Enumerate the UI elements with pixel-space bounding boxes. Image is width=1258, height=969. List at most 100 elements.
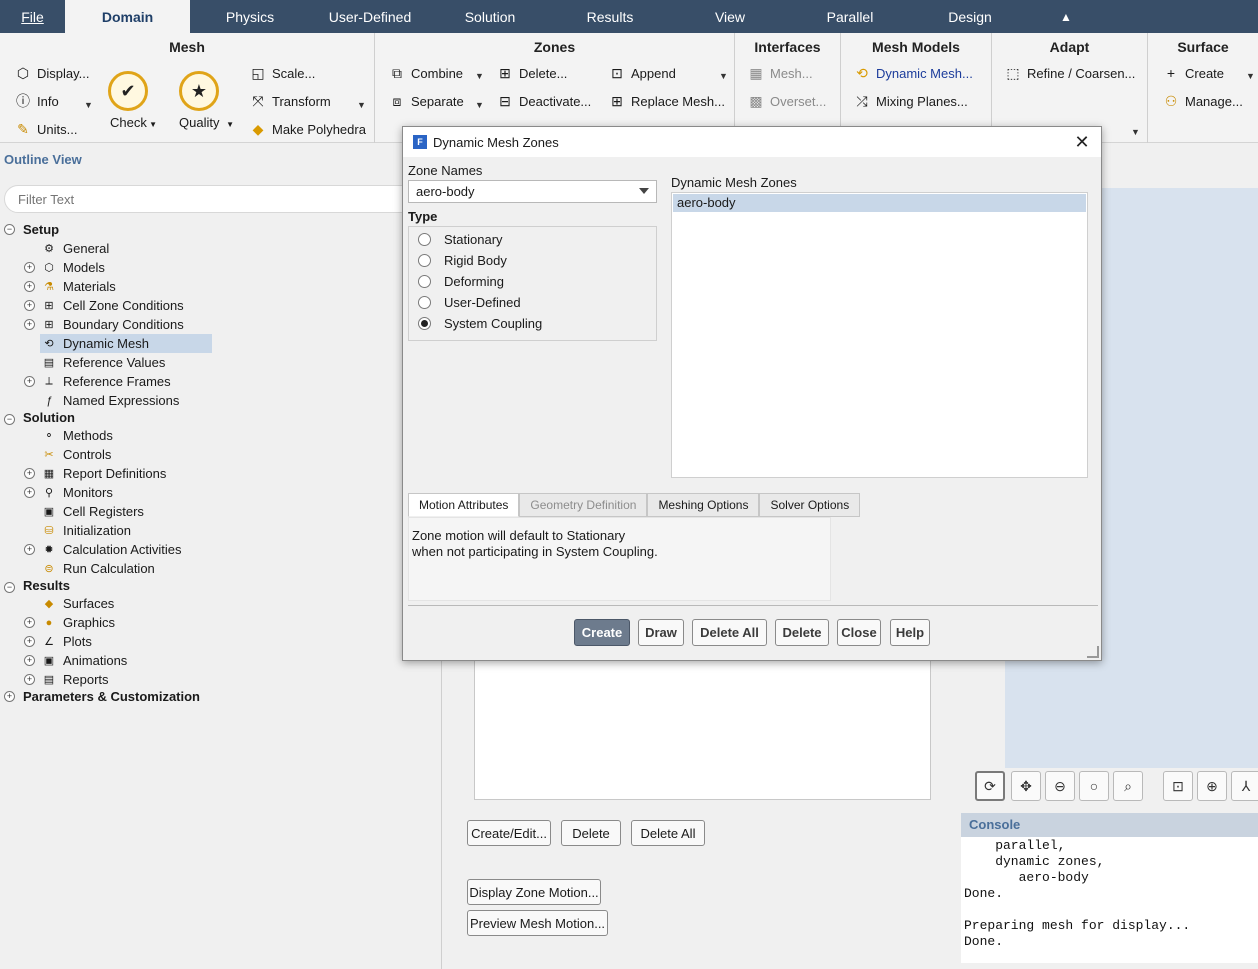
zoom-to-area-icon[interactable]: ⊕ (1197, 771, 1227, 801)
expand-icon[interactable]: + (24, 674, 35, 685)
radio-deforming[interactable]: Deforming (418, 274, 504, 289)
combine-button[interactable]: ⧉ Combine (388, 64, 463, 82)
collapse-ribbon-icon[interactable]: ▲ (1060, 10, 1072, 24)
separate-button[interactable]: ⧈ Separate (388, 92, 464, 110)
dynamic-mesh-button[interactable]: ⟲ Dynamic Mesh... (853, 64, 973, 82)
radio-rigid-body[interactable]: Rigid Body (418, 253, 507, 268)
tree-item-surfaces[interactable]: ◆ Surfaces (42, 594, 115, 613)
expand-icon[interactable]: + (4, 691, 15, 702)
expand-icon[interactable]: + (24, 319, 35, 330)
expand-icon[interactable]: + (24, 487, 35, 498)
create-button[interactable]: Create (574, 619, 630, 646)
expand-icon[interactable]: + (24, 544, 35, 555)
collapse-icon[interactable]: − (4, 414, 15, 425)
collapse-icon[interactable]: − (4, 582, 15, 593)
tree-item-dynamic-mesh[interactable]: ⟲ Dynamic Mesh (40, 334, 212, 353)
tab-meshing-options[interactable]: Meshing Options (647, 493, 760, 517)
create-edit-button[interactable]: Create/Edit... (467, 820, 551, 846)
probe-icon[interactable]: ⌕ (1113, 771, 1143, 801)
menu-tab-domain[interactable]: Domain (65, 0, 190, 33)
dialog-titlebar[interactable]: F Dynamic Mesh Zones (403, 127, 1101, 157)
zoom-in-out-icon[interactable]: ⊖ (1045, 771, 1075, 801)
zone-names-dropdown[interactable]: aero-body (408, 180, 657, 203)
radio-button[interactable] (418, 233, 431, 246)
tab-geometry-definition[interactable]: Geometry Definition (519, 493, 648, 517)
task-delete-button[interactable]: Delete (561, 820, 621, 846)
tree-item-plots[interactable]: ∠ Plots (42, 632, 92, 651)
expand-icon[interactable]: + (24, 636, 35, 647)
menu-tab-results[interactable]: Results (550, 0, 670, 33)
tree-item-cell-registers[interactable]: ▣ Cell Registers (42, 502, 144, 521)
expand-icon[interactable]: + (24, 300, 35, 311)
radio-button[interactable] (418, 275, 431, 288)
tree-item-calculation-activities[interactable]: ✹ Calculation Activities (42, 540, 181, 559)
chevron-down-icon[interactable]: ▼ (719, 71, 728, 81)
pan-icon[interactable]: ✥ (1011, 771, 1041, 801)
display-button[interactable]: ⬡ Display... (14, 64, 90, 82)
help-button[interactable]: Help (890, 619, 930, 646)
check-button[interactable]: Check ▼ (110, 115, 157, 130)
expand-icon[interactable]: + (24, 281, 35, 292)
tree-item-methods[interactable]: ⚬ Methods (42, 426, 112, 445)
menu-tab-view[interactable]: View (670, 0, 790, 33)
tree-section-results[interactable]: Results (23, 576, 70, 595)
fit-to-window-icon[interactable]: ⊡ (1163, 771, 1193, 801)
tree-item-reference-frames[interactable]: ⟂ Reference Frames (42, 372, 170, 391)
info-button[interactable]: ⓘ Info (14, 92, 59, 110)
tab-solver-options[interactable]: Solver Options (759, 493, 861, 517)
units-button[interactable]: ✎ Units... (14, 120, 77, 138)
tree-item-models[interactable]: ⬡ Models (42, 258, 105, 277)
delete-all-button[interactable]: Delete All (692, 619, 767, 646)
quality-icon[interactable]: ★ (179, 71, 219, 111)
radio-button[interactable] (418, 296, 431, 309)
chevron-down-icon[interactable]: ▼ (475, 100, 484, 110)
overset-button[interactable]: ▩ Overset... (747, 92, 826, 110)
menu-tab-physics[interactable]: Physics (190, 0, 310, 33)
radio-system-coupling[interactable]: System Coupling (418, 316, 542, 331)
list-item[interactable]: aero-body (673, 194, 1086, 212)
surface-create-button[interactable]: + Create (1162, 64, 1224, 82)
tree-item-monitors[interactable]: ⚲ Monitors (42, 483, 113, 502)
tree-item-graphics[interactable]: ● Graphics (42, 613, 115, 632)
close-icon[interactable]: ✕ (1071, 131, 1093, 153)
menu-tab-user-defined[interactable]: User-Defined (310, 0, 430, 33)
chevron-down-icon[interactable]: ▼ (1246, 71, 1255, 81)
mixing-planes-button[interactable]: ⤮ Mixing Planes... (853, 92, 967, 110)
dynamic-mesh-zones-list[interactable]: aero-body (671, 192, 1088, 478)
delete-zone-button[interactable]: ⊞ Delete... (496, 64, 567, 82)
tree-section-setup[interactable]: Setup (23, 220, 59, 239)
scale-button[interactable]: ◱ Scale... (249, 64, 315, 82)
zoom-icon[interactable]: ○ (1079, 771, 1109, 801)
tree-item-report-definitions[interactable]: ▦ Report Definitions (42, 464, 167, 483)
replace-mesh-button[interactable]: ⊞ Replace Mesh... (608, 92, 725, 110)
menu-tab-solution[interactable]: Solution (430, 0, 550, 33)
expand-icon[interactable]: + (24, 376, 35, 387)
radio-user-defined[interactable]: User-Defined (418, 295, 521, 310)
transform-button[interactable]: ⤧ Transform (249, 92, 330, 110)
expand-icon[interactable]: + (24, 617, 35, 628)
chevron-down-icon[interactable]: ▼ (475, 71, 484, 81)
expand-icon[interactable]: + (24, 262, 35, 273)
radio-button[interactable] (418, 254, 431, 267)
resize-grip-icon[interactable] (1087, 646, 1099, 658)
rotate-icon[interactable]: ⟳ (975, 771, 1005, 801)
preview-mesh-motion-button[interactable]: Preview Mesh Motion... (467, 910, 608, 936)
chevron-down-icon[interactable]: ▼ (357, 100, 366, 110)
tree-item-controls[interactable]: ✂ Controls (42, 445, 111, 464)
append-button[interactable]: ⊡ Append (608, 64, 676, 82)
draw-button[interactable]: Draw (638, 619, 684, 646)
tree-item-cell-zone-conditions[interactable]: ⊞ Cell Zone Conditions (42, 296, 183, 315)
collapse-icon[interactable]: − (4, 224, 15, 235)
make-polyhedra-button[interactable]: ◆ Make Polyhedra (249, 120, 366, 138)
tree-item-materials[interactable]: ⚗ Materials (42, 277, 116, 296)
filter-text-input[interactable] (4, 185, 424, 213)
task-delete-all-button[interactable]: Delete All (631, 820, 705, 846)
surface-manage-button[interactable]: ⚇ Manage... (1162, 92, 1243, 110)
expand-icon[interactable]: + (24, 655, 35, 666)
tree-item-reference-values[interactable]: ▤ Reference Values (42, 353, 166, 372)
interfaces-mesh-button[interactable]: ▦ Mesh... (747, 64, 812, 82)
display-zone-motion-button[interactable]: Display Zone Motion... (467, 879, 601, 905)
tree-item-initialization[interactable]: ⛁ Initialization (42, 521, 131, 540)
console-output[interactable]: parallel, dynamic zones, aero-body Done.… (961, 837, 1258, 963)
chevron-down-icon[interactable]: ▼ (1131, 127, 1140, 137)
